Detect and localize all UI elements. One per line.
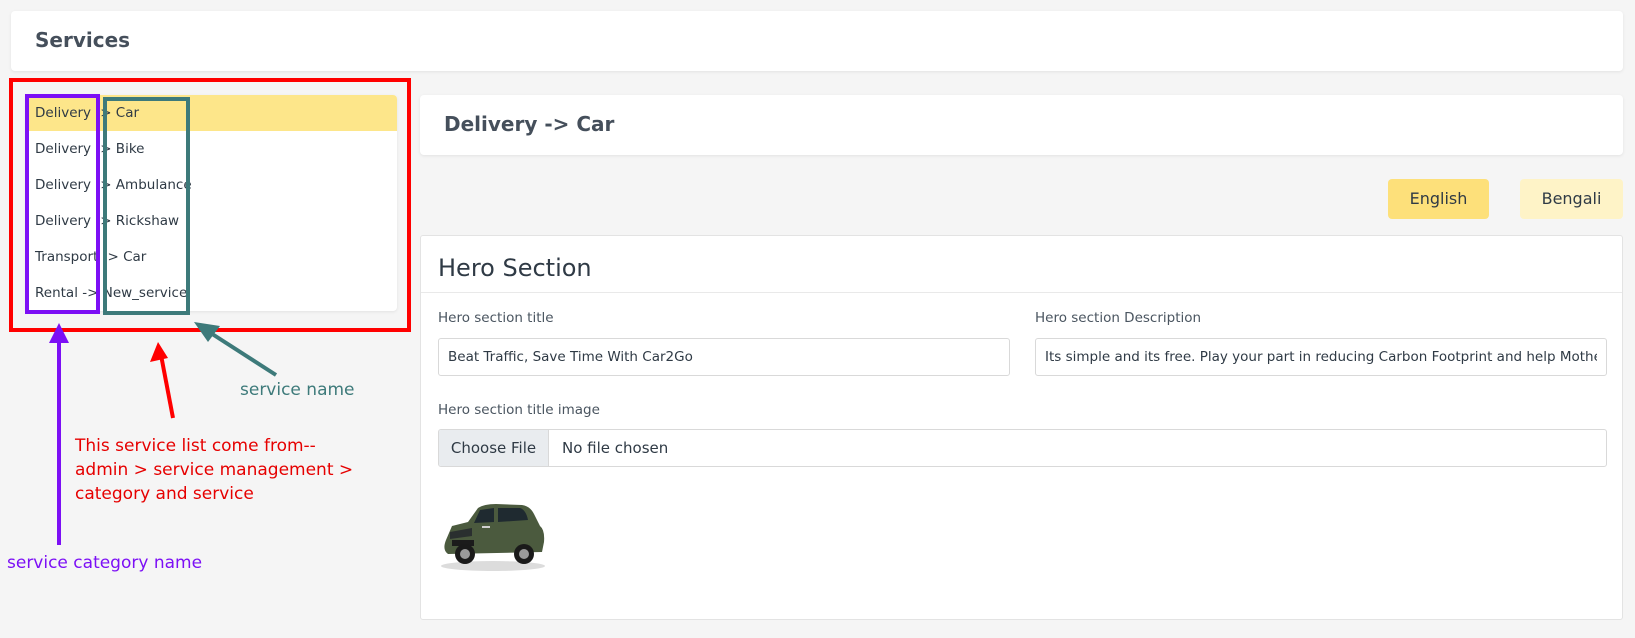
red-arrow-line xyxy=(159,354,175,419)
language-tab-english[interactable]: English xyxy=(1388,179,1489,219)
hero-section-card: Hero Section Hero section title Hero sec… xyxy=(420,235,1623,620)
hero-image-label: Hero section title image xyxy=(438,402,600,418)
car-thumbnail-image xyxy=(441,504,545,571)
service-item-transport-car[interactable]: Transport -> Car xyxy=(26,239,397,275)
annotation-service-category-name: service category name xyxy=(7,553,203,573)
annotation-service-name: service name xyxy=(240,380,355,400)
hero-description-label: Hero section Description xyxy=(1035,310,1202,326)
annotation-service-list-note: This service list come from-- admin > se… xyxy=(75,436,354,504)
hero-title-label: Hero section title xyxy=(438,310,554,326)
hero-image-file-input[interactable]: Choose File No file chosen xyxy=(438,429,1607,467)
teal-arrow-head xyxy=(194,322,220,342)
service-item-rental-new-service[interactable]: Rental -> New_service xyxy=(26,275,397,311)
teal-arrow-line xyxy=(204,328,278,377)
choose-file-button[interactable]: Choose File xyxy=(439,430,549,466)
service-item-delivery-car[interactable]: Delivery -> Car xyxy=(26,95,397,131)
file-status-text: No file chosen xyxy=(562,439,669,457)
purple-arrow-head xyxy=(49,323,69,343)
red-arrow-head xyxy=(150,342,168,362)
page-title: Services xyxy=(35,28,131,52)
hero-title-input[interactable] xyxy=(438,338,1010,376)
divider xyxy=(421,292,1622,293)
service-list: Delivery -> Car Delivery -> Bike Deliver… xyxy=(26,95,397,311)
language-tab-bengali[interactable]: Bengali xyxy=(1520,179,1623,219)
service-item-delivery-ambulance[interactable]: Delivery -> Ambulance xyxy=(26,167,397,203)
hero-section-heading: Hero Section xyxy=(438,254,592,282)
service-item-delivery-bike[interactable]: Delivery -> Bike xyxy=(26,131,397,167)
detail-header: Delivery -> Car xyxy=(420,95,1623,155)
service-item-delivery-rickshaw[interactable]: Delivery -> Rickshaw xyxy=(26,203,397,239)
detail-title: Delivery -> Car xyxy=(444,112,615,136)
hero-description-input[interactable] xyxy=(1035,338,1607,376)
top-bar: Services xyxy=(11,11,1623,71)
